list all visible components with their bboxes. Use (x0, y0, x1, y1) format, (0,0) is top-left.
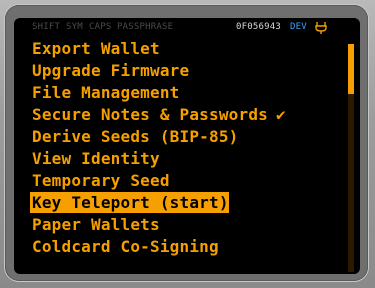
menu-item-label: Upgrade Firmware (32, 61, 190, 80)
device-bezel: SHIFT SYM CAPS PASSPHRASE 0F056943 DEV E… (0, 0, 375, 288)
screen: SHIFT SYM CAPS PASSPHRASE 0F056943 DEV E… (14, 18, 360, 274)
menu-item-coldcard-cosigning[interactable]: Coldcard Co-Signing (32, 236, 219, 257)
menu-item-file-management[interactable]: File Management (32, 82, 180, 103)
menu-item-temporary-seed[interactable]: Temporary Seed (32, 170, 170, 191)
menu-item-label: Temporary Seed (32, 171, 170, 190)
menu-item-label: Export Wallet (32, 39, 160, 58)
menu-item-label: Coldcard Co-Signing (32, 237, 219, 256)
menu-item-upgrade-firmware[interactable]: Upgrade Firmware (32, 60, 189, 81)
fingerprint-label: 0F056943 (236, 22, 281, 32)
sym-indicator: SYM (66, 22, 83, 32)
menu-item-label: Derive Seeds (BIP-85) (32, 127, 239, 146)
status-bar: SHIFT SYM CAPS PASSPHRASE 0F056943 DEV (14, 18, 360, 37)
usb-icon (315, 22, 327, 34)
dev-mode-badge: DEV (290, 22, 307, 32)
menu-item-secure-notes[interactable]: Secure Notes & Passwords ✔ (32, 104, 286, 125)
menu-item-derive-seeds[interactable]: Derive Seeds (BIP-85) (32, 126, 239, 147)
scrollbar-thumb[interactable] (348, 44, 354, 94)
checkmark-icon: ✔ (276, 105, 286, 124)
menu-item-paper-wallets[interactable]: Paper Wallets (32, 214, 160, 235)
menu-item-label: Paper Wallets (32, 215, 160, 234)
shift-indicator: SHIFT (32, 22, 61, 32)
menu-item-label: Secure Notes & Passwords (32, 105, 268, 124)
caps-indicator: CAPS (89, 22, 112, 32)
menu-item-export-wallet[interactable]: Export Wallet (32, 38, 160, 59)
menu-item-view-identity[interactable]: View Identity (32, 148, 160, 169)
menu-item-key-teleport[interactable]: Key Teleport (start) (30, 192, 229, 213)
passphrase-indicator: PASSPHRASE (117, 22, 174, 32)
scrollbar[interactable] (348, 44, 354, 272)
menu-item-label: Key Teleport (start) (32, 193, 229, 212)
menu-item-label: View Identity (32, 149, 160, 168)
menu-item-label: File Management (32, 83, 180, 102)
